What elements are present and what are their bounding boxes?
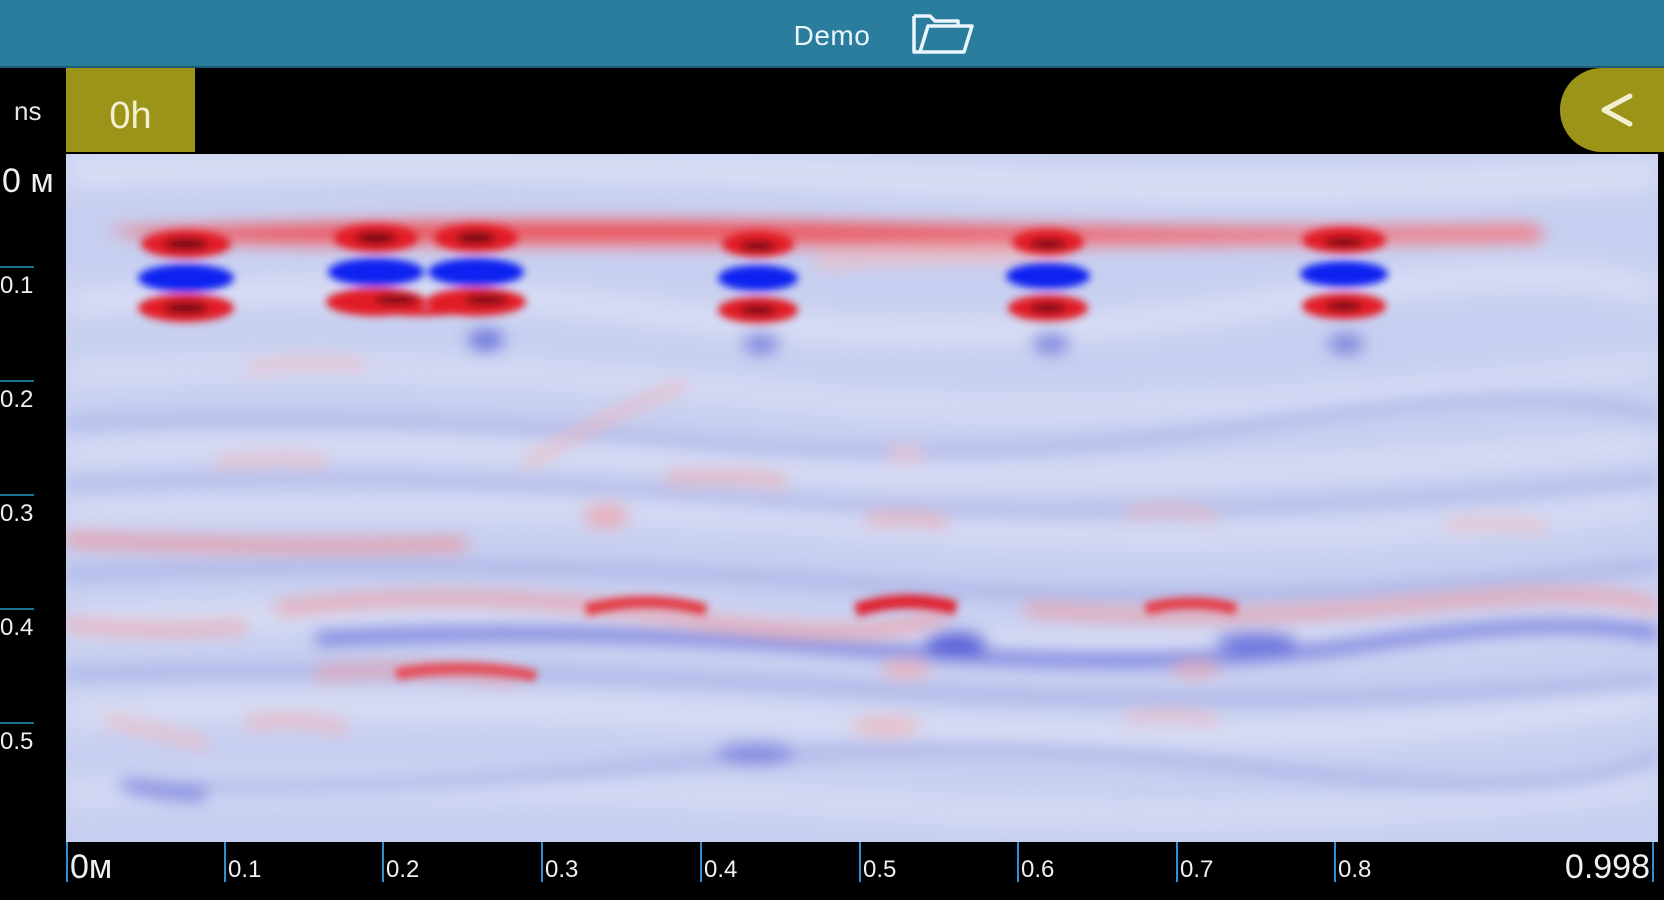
distance-tick-0.5: [859, 842, 861, 882]
depth-label-0.5: 0.5: [0, 728, 34, 755]
distance-tick-0.2: [382, 842, 384, 882]
distance-tick-0.7: [1176, 842, 1178, 882]
depth-tick-0.5: [0, 722, 34, 724]
hour-button[interactable]: 0h: [66, 68, 195, 152]
depth-label-0.1: 0.1: [0, 272, 34, 299]
distance-label-end: 0.998: [1564, 848, 1650, 886]
depth-label-0.3: 0.3: [0, 500, 34, 527]
distance-tick-0.8: [1334, 842, 1336, 882]
toolbar: ns 0h: [0, 68, 1664, 154]
distance-label-0.4: 0.4: [704, 856, 738, 883]
distance-tick-0.3: [541, 842, 543, 882]
title-bar: Demo: [0, 0, 1664, 68]
distance-label-0.2: 0.2: [386, 856, 420, 883]
depth-axis: 0 м 0.1 0.2 0.3 0.4 0.5: [0, 154, 66, 842]
reflector-4: [1006, 229, 1090, 321]
depth-tick-0.3: [0, 494, 34, 496]
chevron-left-icon: [1601, 93, 1633, 127]
distance-tick-0.4: [700, 842, 702, 882]
folder-open-icon[interactable]: [908, 8, 978, 60]
distance-label-0.5: 0.5: [863, 856, 897, 883]
distance-tick-0.1: [224, 842, 226, 882]
distance-label-0.1: 0.1: [228, 856, 262, 883]
distance-label-0.7: 0.7: [1180, 856, 1214, 883]
depth-label-0.2: 0.2: [0, 386, 34, 413]
distance-label-0.3: 0.3: [545, 856, 579, 883]
depth-label-0.4: 0.4: [0, 614, 34, 641]
file-title: Demo: [793, 20, 871, 51]
depth-tick-0.1: [0, 266, 34, 268]
distance-label-0.6: 0.6: [1021, 856, 1055, 883]
depth-tick-0.4: [0, 608, 34, 610]
radargram-plot[interactable]: [66, 154, 1658, 842]
distance-label-0: 0м: [70, 848, 113, 886]
reflector-3: [718, 231, 798, 323]
distance-axis: 0м 0.1 0.2 0.3 0.4 0.5 0.6 0.7 0.8 0.998: [0, 842, 1664, 900]
distance-tick-0.6: [1017, 842, 1019, 882]
depth-tick-0.2: [0, 380, 34, 382]
unit-label: ns: [14, 96, 42, 126]
distance-label-0.8: 0.8: [1338, 856, 1372, 883]
distance-tick-0: [66, 842, 68, 882]
reflector-5: [1300, 227, 1388, 319]
distance-tick-end: [1652, 842, 1654, 882]
depth-label-0: 0 м: [2, 162, 54, 200]
reflector-1: [138, 230, 234, 322]
back-button[interactable]: [1560, 68, 1664, 152]
